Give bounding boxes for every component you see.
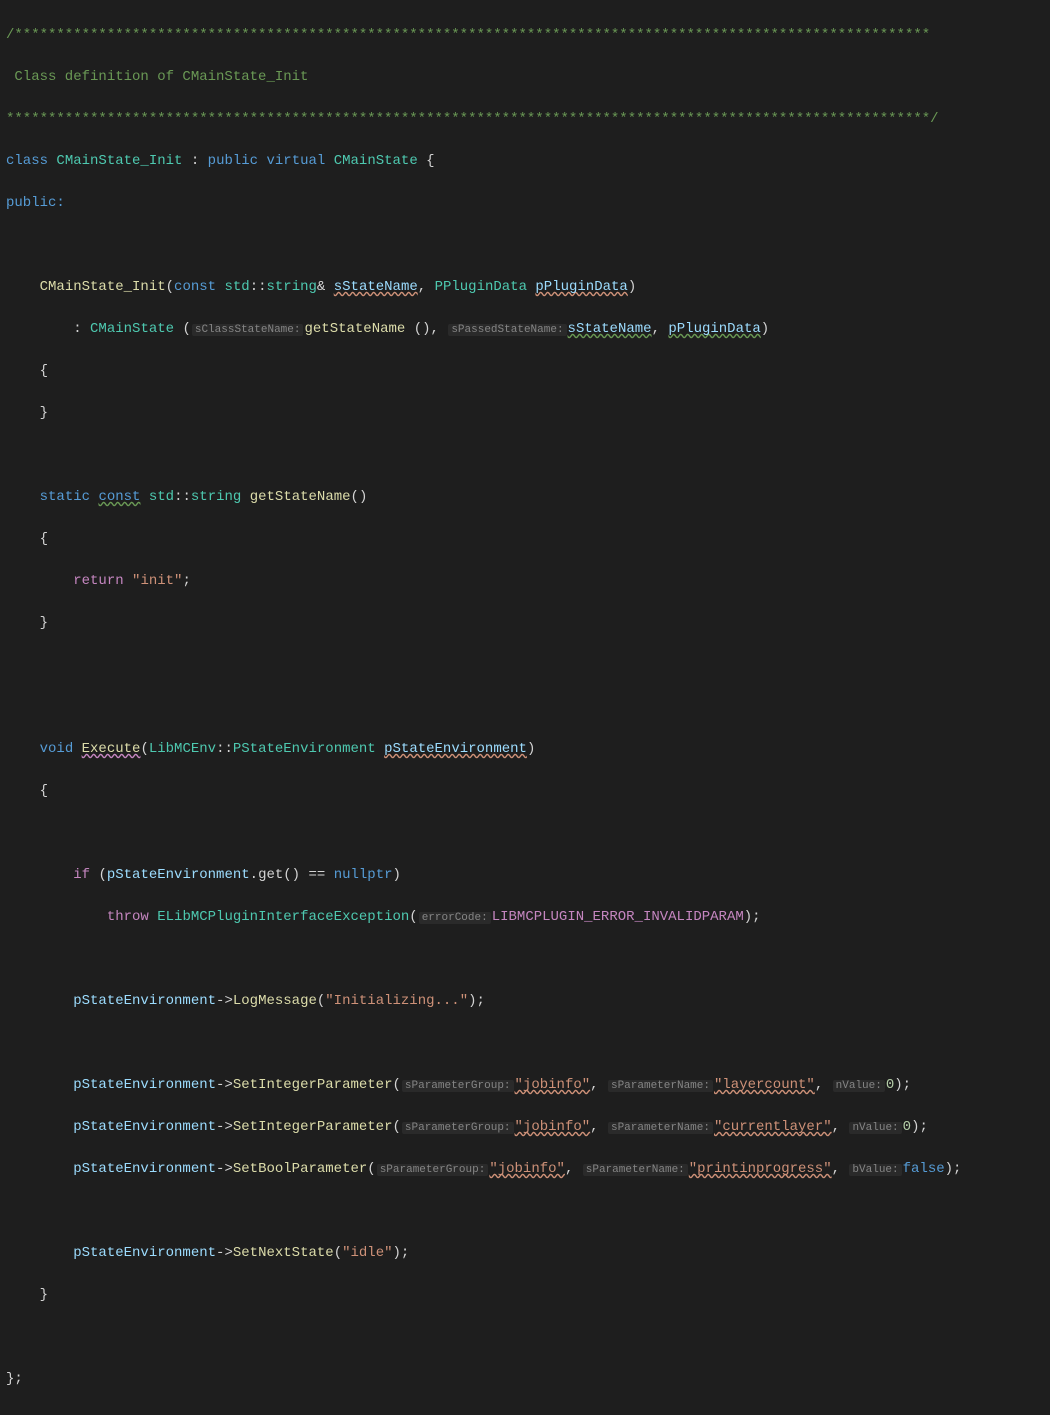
brace: } — [6, 613, 1044, 634]
setint-call: pStateEnvironment->SetIntegerParameter(s… — [6, 1117, 1044, 1138]
setnext-call: pStateEnvironment->SetNextState("idle"); — [6, 1243, 1044, 1264]
brace: { — [6, 529, 1044, 550]
getstate-sig: static const std::string getStateName() — [6, 487, 1044, 508]
brace: { — [6, 781, 1044, 802]
execute-sig: void Execute(LibMCEnv::PStateEnvironment… — [6, 739, 1044, 760]
return-stmt: return "init"; — [6, 571, 1044, 592]
comment-line: Class definition of CMainState_Init — [6, 67, 1044, 88]
if-stmt: if (pStateEnvironment.get() == nullptr) — [6, 865, 1044, 886]
class-end: }; — [6, 1369, 1044, 1390]
class-decl: class CMainState_Init : public virtual C… — [6, 151, 1044, 172]
brace: { — [6, 361, 1044, 382]
access-spec: public: — [6, 193, 1044, 214]
ctor-sig: CMainState_Init(const std::string& sStat… — [6, 277, 1044, 298]
ctor-init: : CMainState (sClassStateName:getStateNa… — [6, 319, 1044, 340]
brace: } — [6, 403, 1044, 424]
comment-line: ****************************************… — [6, 109, 1044, 130]
setint-call: pStateEnvironment->SetIntegerParameter(s… — [6, 1075, 1044, 1096]
comment-line: /***************************************… — [6, 25, 1044, 46]
setbool-call: pStateEnvironment->SetBoolParameter(sPar… — [6, 1159, 1044, 1180]
brace: } — [6, 1285, 1044, 1306]
code-editor[interactable]: /***************************************… — [0, 0, 1050, 1415]
throw-stmt: throw ELibMCPluginInterfaceException(err… — [6, 907, 1044, 928]
log-call: pStateEnvironment->LogMessage("Initializ… — [6, 991, 1044, 1012]
